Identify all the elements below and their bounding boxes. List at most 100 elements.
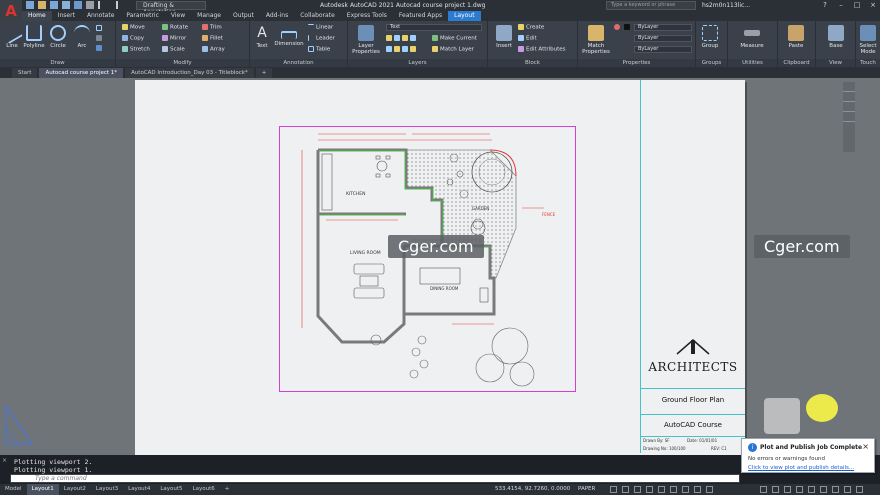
move-button[interactable]: Move [122, 24, 145, 31]
match-layer-button[interactable]: Match Layer [432, 46, 474, 53]
add-layout-button[interactable]: + [220, 484, 235, 495]
save-as-icon[interactable] [62, 1, 70, 9]
groups-panel-label[interactable]: Groups [696, 59, 727, 67]
fillet-button[interactable]: Fillet [202, 35, 223, 42]
line-button[interactable]: Line [0, 22, 24, 49]
workspace-switch-icon[interactable] [760, 486, 767, 493]
tab-view[interactable]: View [165, 11, 191, 21]
snap-icon[interactable] [622, 486, 629, 493]
text-button[interactable]: A Text [250, 25, 274, 49]
tab-featured-apps[interactable]: Featured Apps [393, 11, 448, 21]
ortho-icon[interactable] [634, 486, 641, 493]
pan-icon[interactable] [843, 92, 855, 102]
circle-button[interactable]: Circle [46, 25, 70, 49]
plot-icon[interactable] [86, 1, 94, 9]
osnap-icon[interactable] [658, 486, 665, 493]
close-button[interactable]: × [866, 0, 880, 11]
web-mobile-icon[interactable] [74, 1, 82, 9]
tab-layout[interactable]: Layout [448, 11, 481, 21]
quick-properties-icon[interactable] [796, 486, 803, 493]
layers-panel-label[interactable]: Layers [348, 59, 487, 67]
autocad-logo-icon[interactable]: A [0, 0, 22, 22]
view-panel-label[interactable]: View [816, 59, 855, 67]
make-current-button[interactable]: Make Current [432, 35, 477, 42]
file-tab-titleblock[interactable]: AutoCAD Introduction_Day 03 - Titleblock… [125, 67, 254, 78]
tab-annotate[interactable]: Annotate [81, 11, 120, 21]
annotation-monitor-icon[interactable] [772, 486, 779, 493]
annotation-panel-label[interactable]: Annotation [250, 59, 347, 67]
open-file-icon[interactable] [38, 1, 46, 9]
new-tab-button[interactable]: + [255, 67, 273, 78]
linear-dropdown[interactable]: Linear [308, 24, 333, 31]
hardware-acceleration-icon[interactable] [832, 486, 839, 493]
hatch-icon[interactable] [96, 35, 104, 42]
color-swatch-icon[interactable] [624, 24, 632, 31]
units-icon[interactable] [784, 486, 791, 493]
file-tab-start[interactable]: Start [12, 67, 38, 78]
tab-manage[interactable]: Manage [191, 11, 227, 21]
drawing-canvas[interactable]: ARCHITECTS Ground Floor Plan AutoCAD Cou… [0, 78, 880, 455]
create-block-button[interactable]: Create [518, 24, 544, 31]
command-input[interactable]: Type a command [10, 474, 740, 483]
navigation-bar[interactable] [843, 82, 855, 152]
polyline-button[interactable]: Polyline [22, 25, 46, 49]
edit-block-button[interactable]: Edit [518, 35, 537, 42]
modify-panel-label[interactable]: Modify [116, 59, 249, 67]
match-properties-button[interactable]: Match Properties [580, 25, 612, 55]
save-icon[interactable] [50, 1, 58, 9]
selection-cycling-icon[interactable] [694, 486, 701, 493]
customization-icon[interactable] [856, 486, 863, 493]
layout-tab-layout3[interactable]: Layout3 [91, 484, 123, 495]
color-dropdown[interactable]: ByLayer [634, 24, 692, 31]
layer-dropdown[interactable]: Text [386, 24, 482, 31]
user-account[interactable]: hs2m0n113lic... [702, 2, 750, 11]
close-icon[interactable]: × [862, 442, 869, 451]
scale-button[interactable]: Scale [162, 46, 185, 53]
rectangle-icon[interactable] [96, 25, 104, 32]
close-command-icon[interactable]: × [2, 457, 10, 473]
redo-icon[interactable] [110, 1, 118, 9]
mirror-button[interactable]: Mirror [162, 35, 186, 42]
polar-icon[interactable] [646, 486, 653, 493]
lineweight-dropdown[interactable]: ByLayer [634, 46, 692, 53]
file-tab-project[interactable]: Autocad course project 1* [39, 67, 124, 78]
coordinates-readout[interactable]: 533.4154, 92.7260, 0.0000 [495, 486, 570, 492]
tab-express-tools[interactable]: Express Tools [341, 11, 393, 21]
block-panel-label[interactable]: Block [488, 59, 577, 67]
tab-collaborate[interactable]: Collaborate [294, 11, 341, 21]
layer-tools-icons[interactable] [386, 35, 418, 42]
layout-tab-layout1[interactable]: Layout1 [26, 484, 59, 495]
touch-panel-label[interactable]: Touch [856, 59, 880, 67]
isolate-objects-icon[interactable] [820, 486, 827, 493]
tab-output[interactable]: Output [227, 11, 260, 21]
array-button[interactable]: Array [202, 46, 225, 53]
workspace-dropdown[interactable]: Drafting & Annotation [136, 1, 206, 16]
layout-tab-layout4[interactable]: Layout4 [123, 484, 155, 495]
edit-attributes-button[interactable]: Edit Attributes [518, 46, 566, 53]
orbit-icon[interactable] [843, 112, 855, 122]
layout-tab-model[interactable]: Model [0, 484, 27, 495]
layer-properties-button[interactable]: Layer Properties [352, 25, 380, 55]
stretch-button[interactable]: Stretch [122, 46, 150, 53]
linetype-dropdown[interactable]: ByLayer [634, 35, 692, 42]
select-mode-button[interactable]: Select Mode [856, 25, 880, 55]
leader-dropdown[interactable]: Leader [308, 35, 335, 42]
layout-tab-layout2[interactable]: Layout2 [59, 484, 91, 495]
dimension-button[interactable]: Dimension [274, 25, 304, 47]
layout-tab-layout5[interactable]: Layout5 [155, 484, 187, 495]
plot-details-link[interactable]: Click to view plot and publish details..… [748, 465, 854, 471]
paste-button[interactable]: Paste [784, 25, 808, 49]
tab-add-ins[interactable]: Add-ins [260, 11, 294, 21]
grid-icon[interactable] [610, 486, 617, 493]
measure-button[interactable]: Measure [740, 25, 764, 49]
tab-parametric[interactable]: Parametric [120, 11, 165, 21]
rotate-button[interactable]: Rotate [162, 24, 188, 31]
lock-ui-icon[interactable] [808, 486, 815, 493]
otrack-icon[interactable] [670, 486, 677, 493]
insert-button[interactable]: Insert [492, 25, 516, 49]
draw-panel-label[interactable]: Draw [0, 59, 115, 67]
table-button[interactable]: Table [308, 46, 330, 53]
clipboard-panel-label[interactable]: Clipboard [778, 59, 815, 67]
lineweight-icon[interactable] [682, 486, 689, 493]
new-file-icon[interactable] [26, 1, 34, 9]
